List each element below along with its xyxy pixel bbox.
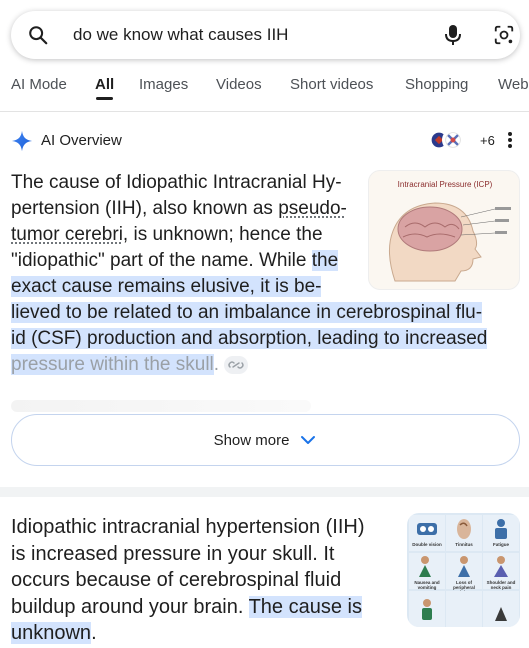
result-snippet: Idiopathic intracranial hypertension (II… [11, 514, 405, 647]
pseudotumor-link-cont[interactable]: tumor cerebri [11, 224, 123, 245]
symptom-cell [483, 591, 519, 627]
symptom-cell: Fatigue [483, 515, 519, 551]
fatigue-icon [495, 519, 507, 539]
highlighted-text: the [311, 250, 339, 271]
tab-web[interactable]: Web [498, 76, 529, 93]
source-count[interactable]: +6 [480, 133, 495, 148]
result-image[interactable]: Double vision Tinnitus Fatigue Nausea an… [407, 513, 520, 627]
symptom-cell [446, 591, 482, 627]
snippet-text: is increased pressure in your skull. It [11, 542, 335, 565]
snippet-text: occurs because of cerebrospinal fluid [11, 569, 342, 591]
search-input[interactable]: do we know what causes IIH [73, 25, 288, 45]
snippet-text: buildup around your brain. [11, 595, 249, 618]
symptom-caption: Tinnitus [455, 542, 473, 547]
symptom-cell: Loss of peripheral vision [446, 553, 482, 595]
symptom-cell: Double vision [409, 515, 445, 551]
symptom-caption: Fatigue [492, 542, 509, 547]
search-bar[interactable]: do we know what causes IIH [11, 11, 520, 59]
symptom-caption: Nausea and vomiting [414, 580, 440, 590]
tab-ai-mode[interactable]: AI Mode [11, 76, 67, 93]
symptom-caption: Shoulder and neck pain [486, 580, 516, 590]
search-icon[interactable] [27, 24, 49, 46]
eyes-icon [417, 523, 437, 535]
symptom-illustration-icon [495, 607, 507, 621]
ai-text-segment: The cause of Idiopathic Intracranial Hy- [11, 172, 342, 193]
tab-short-videos[interactable]: Short videos [290, 76, 373, 93]
mic-icon[interactable] [442, 23, 464, 47]
neck-pain-icon [494, 556, 508, 577]
highlighted-text: pressure within the skull [11, 354, 214, 375]
highlighted-text: lieved to be related to an imbalance in … [11, 302, 483, 323]
ai-text-segment: pertension (IIH), also known as [11, 198, 279, 219]
symptom-cell [409, 591, 445, 627]
snippet-text: Idiopathic intracranial hypertension (II… [11, 516, 365, 538]
show-more-label: Show more [213, 431, 290, 449]
ai-overview-header: AI Overview +6 [11, 128, 519, 152]
symptom-illustration-icon [422, 599, 432, 620]
tab-videos[interactable]: Videos [216, 76, 262, 93]
highlighted-text: exact cause remains elusive, it is be- [11, 276, 322, 297]
nausea-icon [419, 556, 431, 577]
symptom-caption: Double vision [412, 542, 442, 547]
section-separator [0, 487, 529, 497]
snippet-text: . [91, 622, 97, 644]
chevron-down-icon [301, 436, 316, 444]
tab-all[interactable]: All [95, 76, 114, 93]
symptom-cell: Nausea and vomiting [409, 553, 445, 590]
divider [0, 111, 529, 112]
ai-text-segment: , is unknown; hence the [122, 224, 323, 245]
tab-shopping[interactable]: Shopping [405, 76, 468, 93]
highlighted-text: The cause is [248, 595, 362, 618]
more-options-icon[interactable] [507, 130, 513, 150]
vision-loss-icon [458, 556, 470, 577]
faded-text-line [11, 400, 311, 412]
source-favicon-icon [442, 129, 464, 151]
citation-link-icon[interactable] [224, 355, 249, 374]
ai-overview-title: AI Overview [41, 132, 122, 149]
active-tab-indicator [96, 97, 113, 100]
ear-icon [457, 519, 471, 539]
ai-overview-text: The cause of Idiopathic Intracranial Hy-… [11, 170, 521, 378]
ai-text-segment: "idiopathic" part of the name. While [11, 250, 312, 271]
ai-text-segment: . [213, 354, 220, 375]
show-more-button[interactable]: Show more [11, 414, 520, 466]
pseudotumor-link[interactable]: pseudo- [278, 198, 347, 219]
symptom-cell: Tinnitus [446, 515, 482, 551]
tab-images[interactable]: Images [139, 76, 188, 93]
ai-sparkle-icon [11, 130, 33, 152]
search-tabs: AI Mode All Images Videos Short videos S… [0, 68, 529, 112]
highlighted-text: unknown [11, 622, 92, 644]
symptom-cell: Shoulder and neck pain [483, 553, 519, 590]
highlighted-text: id (CSF) production and absorption, lead… [11, 328, 488, 349]
source-favicons[interactable] [428, 129, 478, 151]
lens-icon[interactable] [493, 24, 515, 46]
